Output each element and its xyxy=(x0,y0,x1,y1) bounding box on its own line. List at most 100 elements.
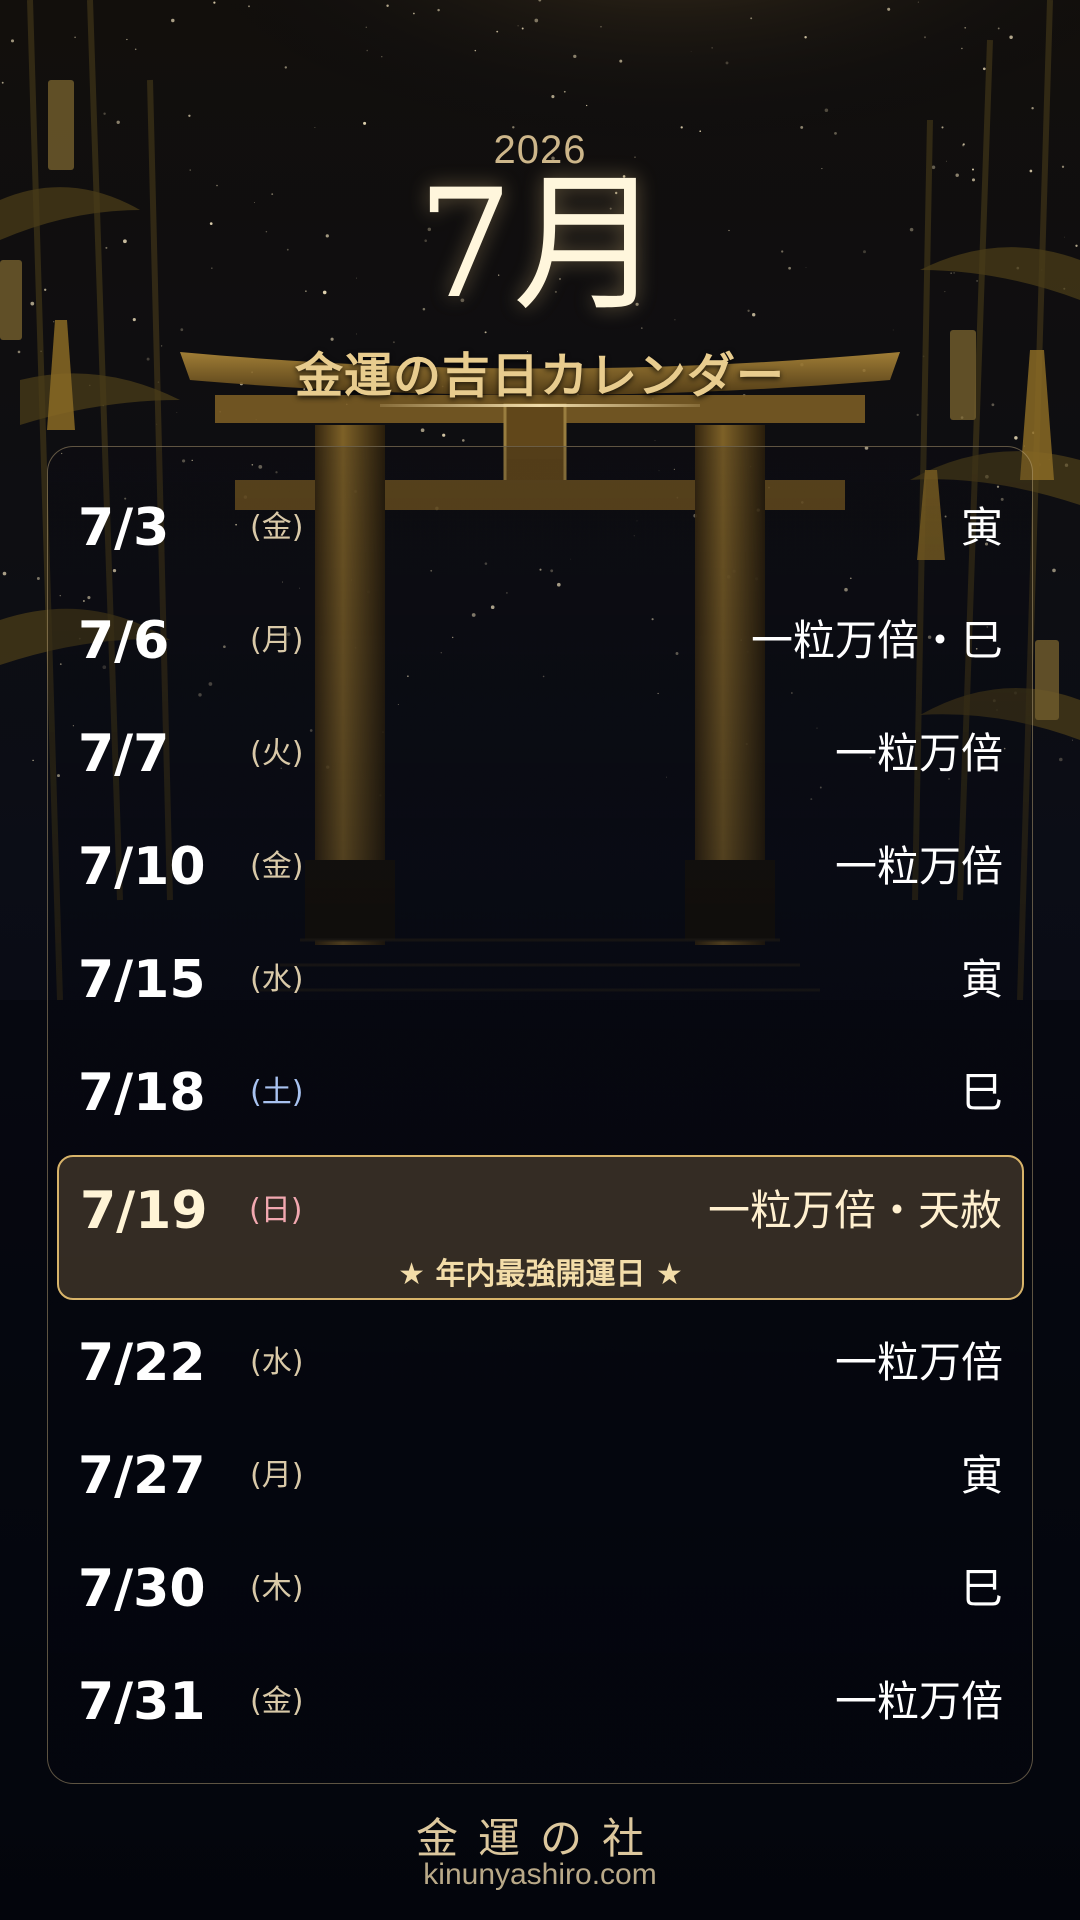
day-weekday: (金) xyxy=(250,510,304,545)
star xyxy=(213,1,216,4)
day-tag: 寅 xyxy=(960,503,1003,552)
day-tag: 寅 xyxy=(960,1451,1003,1500)
day-weekday: (水) xyxy=(250,962,304,997)
day-tag: 一粒万倍 xyxy=(834,1677,1003,1726)
star xyxy=(437,8,440,12)
star xyxy=(887,7,891,11)
star xyxy=(534,18,539,23)
day-weekday: (水) xyxy=(250,1345,304,1380)
star xyxy=(248,5,250,8)
day-tag: 巳 xyxy=(960,1068,1003,1117)
day-weekday: (日) xyxy=(249,1193,303,1228)
star xyxy=(74,36,76,39)
star xyxy=(1014,436,1018,440)
shrine-name: 金運の社 xyxy=(415,1814,664,1863)
star xyxy=(917,1,919,3)
star xyxy=(551,95,555,99)
day-date: 7/6 xyxy=(78,611,170,671)
day-weekday: (金) xyxy=(250,1684,304,1719)
star xyxy=(997,27,1000,30)
star xyxy=(188,114,191,117)
day-tag: 一粒万倍・巳 xyxy=(750,616,1003,665)
star xyxy=(420,428,425,433)
star xyxy=(924,36,926,39)
calendar-title: 金運の吉日カレンダー xyxy=(294,348,785,404)
day-date: 7/18 xyxy=(78,1063,206,1123)
star xyxy=(2,571,7,576)
star xyxy=(103,112,106,115)
day-weekday: (月) xyxy=(250,1458,304,1493)
day-date: 7/3 xyxy=(78,498,170,558)
star xyxy=(134,48,137,51)
star xyxy=(1031,106,1034,110)
star xyxy=(1059,757,1063,762)
star xyxy=(365,26,368,29)
star xyxy=(176,412,178,413)
day-date: 7/19 xyxy=(80,1181,208,1241)
day-date: 7/27 xyxy=(78,1446,206,1506)
star xyxy=(356,333,357,335)
star xyxy=(892,329,894,331)
day-tag: 一粒万倍 xyxy=(834,842,1003,891)
day-date: 7/10 xyxy=(78,837,206,897)
day-tag: 一粒万倍 xyxy=(834,1338,1003,1387)
star xyxy=(10,39,15,43)
day-tag: 一粒万倍 xyxy=(834,729,1003,778)
star xyxy=(804,36,807,39)
star xyxy=(171,18,175,23)
star xyxy=(964,26,967,29)
best-luck-day-note: ★ 年内最強開運日 ★ xyxy=(398,1257,683,1292)
star xyxy=(619,59,623,63)
day-weekday: (火) xyxy=(250,736,304,771)
star xyxy=(521,27,524,30)
day-weekday: (木) xyxy=(250,1571,304,1606)
day-date: 7/22 xyxy=(78,1333,206,1393)
star xyxy=(126,38,128,41)
day-tag: 一粒万倍・天赦 xyxy=(707,1186,1002,1235)
star xyxy=(1009,35,1013,40)
star xyxy=(600,25,602,28)
star xyxy=(654,440,656,441)
star xyxy=(180,328,184,332)
star xyxy=(381,56,383,58)
star xyxy=(1,81,4,84)
day-tag: 巳 xyxy=(960,1564,1003,1613)
star xyxy=(750,17,753,20)
site-url[interactable]: kinunyashiro.com xyxy=(0,1858,1080,1892)
star xyxy=(461,439,465,442)
day-row: 7/6 (月) 一粒万倍・巳 xyxy=(78,601,1003,681)
day-row: 7/27 (月) 寅 xyxy=(78,1436,1003,1516)
star xyxy=(496,30,499,33)
day-row: 7/30 (木) 巳 xyxy=(78,1549,1003,1629)
day-weekday: (月) xyxy=(250,623,304,658)
star xyxy=(690,51,692,52)
star xyxy=(725,61,729,65)
day-date: 7/31 xyxy=(78,1672,206,1732)
day-date: 7/15 xyxy=(78,950,206,1010)
star xyxy=(824,108,829,112)
day-date: 7/30 xyxy=(78,1559,206,1619)
day-row: 7/31 (金) 一粒万倍 xyxy=(78,1662,1003,1742)
star xyxy=(586,104,588,107)
star xyxy=(711,47,713,49)
day-row: 7/3 (金) 寅 xyxy=(78,488,1003,568)
star xyxy=(116,120,120,124)
day-row: 7/18 (土) 巳 xyxy=(78,1053,1003,1133)
day-weekday: (金) xyxy=(250,849,304,884)
star xyxy=(563,90,566,93)
star xyxy=(32,759,34,762)
star xyxy=(442,433,446,437)
star xyxy=(413,12,415,15)
star xyxy=(36,577,40,580)
star xyxy=(573,54,577,59)
month-title: 7月 xyxy=(417,158,663,332)
star xyxy=(1052,568,1056,573)
star xyxy=(386,4,389,7)
day-row: 7/22 (水) 一粒万倍 xyxy=(78,1323,1003,1403)
star xyxy=(366,49,368,52)
star xyxy=(961,47,963,50)
highlight-row: 7/19 (日) 一粒万倍・天赦 ★ 年内最強開運日 ★ xyxy=(57,1155,1024,1300)
star xyxy=(916,413,919,417)
day-row: 7/10 (金) 一粒万倍 xyxy=(78,827,1003,907)
title-underline xyxy=(380,404,700,407)
